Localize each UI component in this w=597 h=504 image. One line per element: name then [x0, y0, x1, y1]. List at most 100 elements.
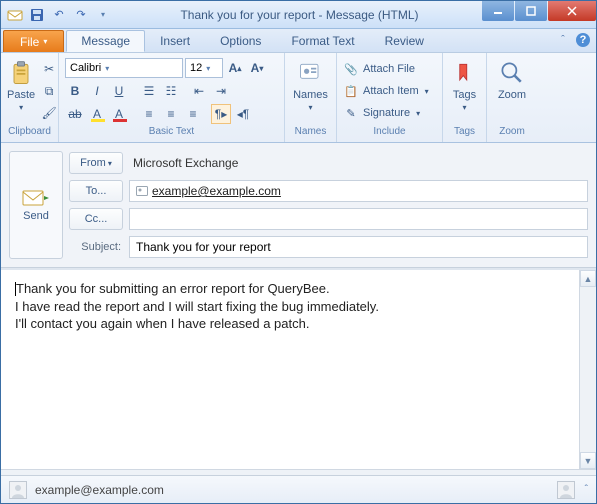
close-button[interactable] — [548, 1, 596, 21]
group-include: 📎Attach File 📋Attach Item▾ ✎Signature▾ I… — [337, 53, 443, 142]
contact-card-icon — [136, 185, 148, 197]
cut-button[interactable]: ✂ — [39, 59, 59, 79]
font-name-value: Calibri — [70, 62, 101, 74]
header-fields: From ▾ Microsoft Exchange To... example@… — [69, 151, 588, 259]
vertical-scrollbar[interactable]: ▲ ▼ — [579, 270, 596, 469]
align-center-button[interactable]: ≡ — [161, 104, 181, 124]
from-value: Microsoft Exchange — [129, 156, 238, 170]
scroll-up-button[interactable]: ▲ — [580, 270, 596, 287]
app-icon — [7, 7, 23, 23]
highlight-button[interactable]: A — [87, 104, 107, 124]
window-controls — [482, 1, 596, 28]
compose-header: Send From ▾ Microsoft Exchange To... exa… — [1, 143, 596, 268]
tags-button[interactable]: Tags ▾ — [449, 55, 480, 112]
subject-label: Subject: — [69, 241, 123, 253]
signature-button[interactable]: ✎Signature▾ — [343, 103, 420, 123]
tab-review[interactable]: Review — [370, 30, 439, 52]
group-basic-text: Calibri▾ 12▾ A▴ A▾ B I U ☰ ☷ ⇤ ⇥ — [59, 53, 285, 142]
paste-label: Paste — [7, 89, 35, 101]
file-tab-label: File — [20, 35, 39, 49]
tab-insert[interactable]: Insert — [145, 30, 205, 52]
include-group-label: Include — [343, 126, 436, 142]
group-clipboard: Paste ▾ ✂ ⧉ 🖌 Clipboard — [1, 53, 59, 142]
to-button[interactable]: To... — [69, 180, 123, 202]
scroll-down-button[interactable]: ▼ — [580, 452, 596, 469]
maximize-button[interactable] — [515, 1, 547, 21]
help-icon[interactable]: ? — [576, 33, 590, 47]
bold-button[interactable]: B — [65, 81, 85, 101]
strikethrough-button[interactable]: ab — [65, 104, 85, 124]
basic-text-group-label: Basic Text — [65, 126, 278, 142]
copy-button[interactable]: ⧉ — [39, 81, 59, 101]
zoom-group-label: Zoom — [493, 126, 531, 142]
zoom-button[interactable]: Zoom — [493, 55, 531, 101]
cc-field[interactable] — [129, 208, 588, 230]
ltr-button[interactable]: ¶▸ — [211, 104, 231, 124]
signature-icon: ✎ — [343, 105, 359, 121]
names-button[interactable]: Names ▾ — [291, 55, 330, 112]
tags-group-label: Tags — [449, 126, 480, 142]
italic-button[interactable]: I — [87, 81, 107, 101]
send-label: Send — [23, 210, 49, 222]
redo-icon[interactable]: ↷ — [73, 7, 89, 23]
attach-item-icon: 📋 — [343, 83, 359, 99]
zoom-label: Zoom — [498, 89, 526, 101]
group-tags: Tags ▾ Tags — [443, 53, 487, 142]
expand-people-pane-icon[interactable]: ˆ — [585, 484, 588, 495]
status-account-text: example@example.com — [35, 483, 164, 497]
underline-button[interactable]: U — [109, 81, 129, 101]
shrink-font-button[interactable]: A▾ — [247, 58, 267, 78]
save-icon[interactable] — [29, 7, 45, 23]
titlebar: ↶ ↷ ▾ Thank you for your report - Messag… — [1, 1, 596, 29]
rtl-button[interactable]: ◂¶ — [233, 104, 253, 124]
qat-dropdown-icon[interactable]: ▾ — [95, 7, 111, 23]
attach-item-button[interactable]: 📋Attach Item▾ — [343, 81, 429, 101]
tab-message[interactable]: Message — [66, 30, 145, 52]
ribbon: Paste ▾ ✂ ⧉ 🖌 Clipboard Calibri▾ 12▾ A▴ … — [1, 53, 596, 143]
group-names: Names ▾ Names — [285, 53, 337, 142]
send-button[interactable]: Send — [9, 151, 63, 259]
quick-access-toolbar: ↶ ↷ ▾ — [1, 7, 117, 23]
undo-icon[interactable]: ↶ — [51, 7, 67, 23]
subject-field[interactable] — [129, 236, 588, 258]
cc-button[interactable]: Cc... — [69, 208, 123, 230]
to-recipient-chip[interactable]: example@example.com — [136, 184, 281, 198]
align-right-button[interactable]: ≡ — [183, 104, 203, 124]
account-avatar[interactable] — [9, 481, 27, 499]
file-tab[interactable]: File ▾ — [3, 30, 64, 52]
paste-button[interactable]: Paste ▾ — [7, 55, 35, 112]
outdent-button[interactable]: ⇤ — [189, 81, 209, 101]
body-line-3: I'll contact you again when I have relea… — [15, 315, 565, 333]
to-recipient-text: example@example.com — [152, 184, 281, 198]
clipboard-group-label: Clipboard — [7, 126, 52, 142]
bullets-button[interactable]: ☰ — [139, 81, 159, 101]
font-size-combo[interactable]: 12▾ — [185, 58, 223, 78]
body-line-1: Thank you for submitting an error report… — [16, 281, 330, 296]
body-wrap: Thank you for submitting an error report… — [1, 268, 596, 469]
presence-avatar[interactable] — [557, 481, 575, 499]
window: ↶ ↷ ▾ Thank you for your report - Messag… — [0, 0, 597, 504]
message-body[interactable]: Thank you for submitting an error report… — [1, 270, 579, 469]
indent-button[interactable]: ⇥ — [211, 81, 231, 101]
tags-label: Tags — [453, 89, 476, 101]
numbering-button[interactable]: ☷ — [161, 81, 181, 101]
statusbar: example@example.com ˆ — [1, 475, 596, 503]
attach-file-button[interactable]: 📎Attach File — [343, 59, 415, 79]
font-color-button[interactable]: A — [109, 104, 129, 124]
minimize-button[interactable] — [482, 1, 514, 21]
paperclip-icon: 📎 — [343, 61, 359, 77]
tab-format-text[interactable]: Format Text — [276, 30, 369, 52]
minimize-ribbon-icon[interactable]: ˆ — [556, 33, 570, 47]
format-painter-button[interactable]: 🖌 — [39, 103, 59, 123]
tab-options[interactable]: Options — [205, 30, 276, 52]
font-name-combo[interactable]: Calibri▾ — [65, 58, 183, 78]
group-zoom: Zoom Zoom — [487, 53, 537, 142]
grow-font-button[interactable]: A▴ — [225, 58, 245, 78]
names-label: Names — [293, 89, 328, 101]
names-group-label: Names — [291, 126, 330, 142]
body-line-2: I have read the report and I will start … — [15, 298, 565, 316]
window-title: Thank you for your report - Message (HTM… — [117, 8, 482, 22]
align-left-button[interactable]: ≡ — [139, 104, 159, 124]
to-field[interactable]: example@example.com — [129, 180, 588, 202]
from-button[interactable]: From ▾ — [69, 152, 123, 174]
